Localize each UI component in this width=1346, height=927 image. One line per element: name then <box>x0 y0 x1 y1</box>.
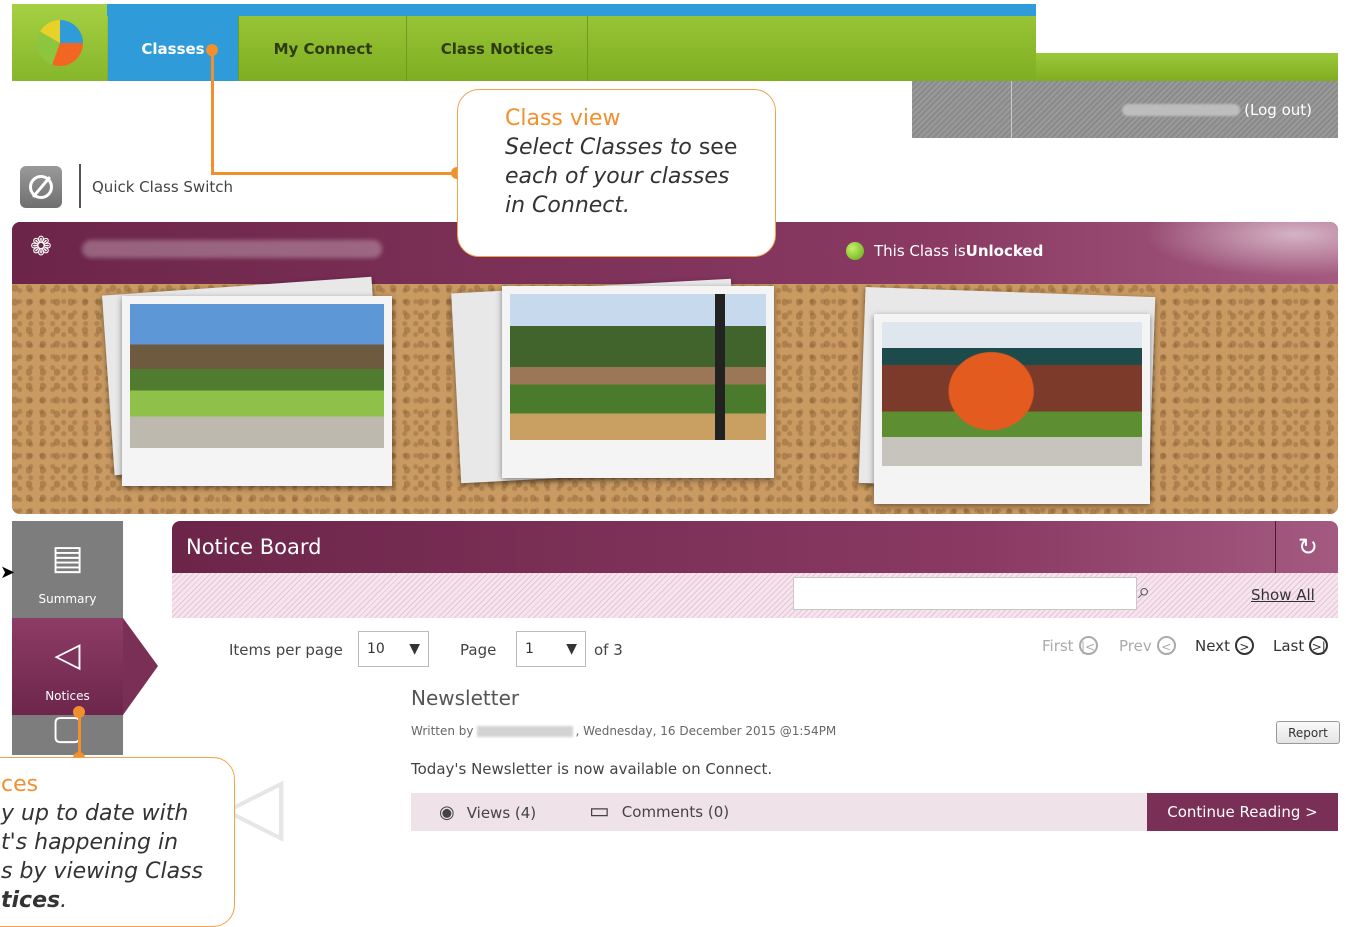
callout-connector <box>211 50 214 174</box>
next-page-icon: > <box>1234 636 1254 655</box>
items-per-page-select[interactable]: 10 ▼ <box>358 631 429 667</box>
quick-class-switch-label[interactable]: Quick Class Switch <box>92 178 233 196</box>
comment-icon: ▭ <box>589 799 610 824</box>
top-nav-extension <box>1036 53 1338 81</box>
notice-board-title: Notice Board <box>186 535 322 559</box>
callout-title: ces <box>1 772 39 797</box>
last-page-button[interactable]: Last >| <box>1273 636 1329 655</box>
chevron-down-icon: ▼ <box>409 641 420 657</box>
page-count: of 3 <box>594 641 623 659</box>
author-redacted <box>476 725 573 737</box>
sidebar-item-notices[interactable]: ◁ Notices <box>12 618 158 715</box>
tab-my-connect-label: My Connect <box>273 39 373 58</box>
top-nav-strip <box>12 4 1036 16</box>
user-bar: (Log out) <box>912 81 1338 138</box>
search-icon[interactable]: ⌕ <box>1138 579 1150 604</box>
prev-page-icon: < <box>1156 636 1176 655</box>
page-select[interactable]: 1 ▼ <box>516 631 586 667</box>
school-photo-2 <box>502 286 774 478</box>
callout-text: . <box>60 888 68 913</box>
school-photo-1 <box>122 296 392 486</box>
callout-text: each of your classes <box>505 164 730 189</box>
page-label: Page <box>460 641 497 659</box>
class-status: This Class is Unlocked <box>846 242 1043 260</box>
callout-class-view: Class view Select Classes to see each of… <box>457 89 776 257</box>
tab-my-connect[interactable]: My Connect <box>238 16 407 81</box>
megaphone-icon: ◁ <box>54 635 81 675</box>
banner-gloss <box>1118 222 1338 284</box>
school-emblem-icon: ❁ <box>30 232 52 262</box>
first-page-icon: |< <box>1078 636 1098 655</box>
notice-body: Today's Newsletter is now available on C… <box>411 760 773 778</box>
tab-classes-label: Classes <box>141 39 205 58</box>
items-per-page-value: 10 <box>367 641 385 657</box>
last-label: Last <box>1273 636 1305 655</box>
callout-text: Select Classes to <box>505 135 692 160</box>
notice-board-header: Notice Board ↻ <box>172 521 1338 573</box>
callout-text: y up to date with <box>1 801 189 826</box>
mouse-cursor-icon: ➤ <box>0 562 16 583</box>
first-label: First <box>1042 636 1074 655</box>
app-logo[interactable] <box>12 4 107 81</box>
class-status-prefix: This Class is <box>874 242 966 260</box>
header-divider <box>1275 521 1276 573</box>
last-page-icon: >| <box>1309 636 1329 655</box>
user-bar-divider <box>1011 81 1012 138</box>
callout-title: Class view <box>505 106 621 131</box>
views-count: ◉ Views (4) <box>439 802 536 823</box>
callout-connector <box>211 172 458 175</box>
comments-label: Comments (0) <box>621 802 730 821</box>
comments-link[interactable]: ▭ Comments (0) <box>589 799 729 824</box>
sidebar-item-third[interactable]: ▢ <box>12 711 123 755</box>
quick-switch-divider <box>79 164 81 208</box>
callout-text: in Connect. <box>505 193 631 218</box>
class-status-value: Unlocked <box>965 242 1044 260</box>
search-input[interactable] <box>793 577 1137 610</box>
callout-dot <box>73 706 85 718</box>
callout-text: tices <box>1 888 61 913</box>
notice-meta: Written by , Wednesday, 16 December 2015… <box>411 724 836 738</box>
prev-page-button[interactable]: Prev < <box>1119 636 1176 655</box>
tab-class-notices-label: Class Notices <box>440 39 554 58</box>
continue-reading-button[interactable]: Continue Reading > <box>1147 793 1338 831</box>
callout-dot <box>206 44 218 56</box>
show-all-link[interactable]: Show All <box>1251 586 1315 604</box>
tab-class-notices[interactable]: Class Notices <box>406 16 588 81</box>
report-button[interactable]: Report <box>1276 721 1340 744</box>
callout-notices: ces y up to date with t's happening in s… <box>0 757 235 927</box>
status-dot-icon <box>846 242 864 260</box>
document-icon: ▤ <box>51 538 84 578</box>
sidebar-item-summary[interactable]: ▤ Summary <box>12 521 123 618</box>
notice-filter-bar: ⌕ Show All <box>172 573 1338 618</box>
user-name-redacted <box>1122 103 1241 116</box>
first-page-button[interactable]: First |< <box>1042 636 1098 655</box>
written-by-label: Written by <box>411 724 474 738</box>
notice-date: , Wednesday, 16 December 2015 @1:54PM <box>575 724 837 738</box>
sidebar-item-label: Summary <box>38 592 97 606</box>
refresh-icon[interactable]: ↻ <box>1298 533 1318 561</box>
next-label: Next <box>1195 636 1230 655</box>
views-label: Views (4) <box>466 803 537 822</box>
tab-classes[interactable]: Classes <box>108 16 238 81</box>
logout-link[interactable]: (Log out) <box>1244 101 1312 119</box>
logo-icon <box>36 19 83 66</box>
page-value: 1 <box>525 641 534 657</box>
callout-text: s by viewing Class <box>1 859 203 884</box>
switch-icon <box>29 175 53 199</box>
notice-title[interactable]: Newsletter <box>411 686 519 710</box>
school-photo-3 <box>874 314 1150 504</box>
callout-text: t's happening in <box>1 830 179 855</box>
notice-action-bar: ◉ Views (4) ▭ Comments (0) Continue Readin… <box>411 793 1338 831</box>
chevron-down-icon: ▼ <box>566 641 577 657</box>
items-per-page-label: Items per page <box>229 641 343 659</box>
class-banner: ❁ This Class is Unlocked <box>12 222 1338 514</box>
quick-class-switch-button[interactable] <box>20 166 62 208</box>
school-name-redacted <box>82 240 382 258</box>
callout-text: see <box>691 135 738 160</box>
sidebar-item-label: Notices <box>45 689 90 703</box>
next-page-button[interactable]: Next > <box>1195 636 1254 655</box>
prev-label: Prev <box>1119 636 1152 655</box>
eye-icon: ◉ <box>439 802 455 823</box>
corkboard-photos <box>12 276 1338 514</box>
